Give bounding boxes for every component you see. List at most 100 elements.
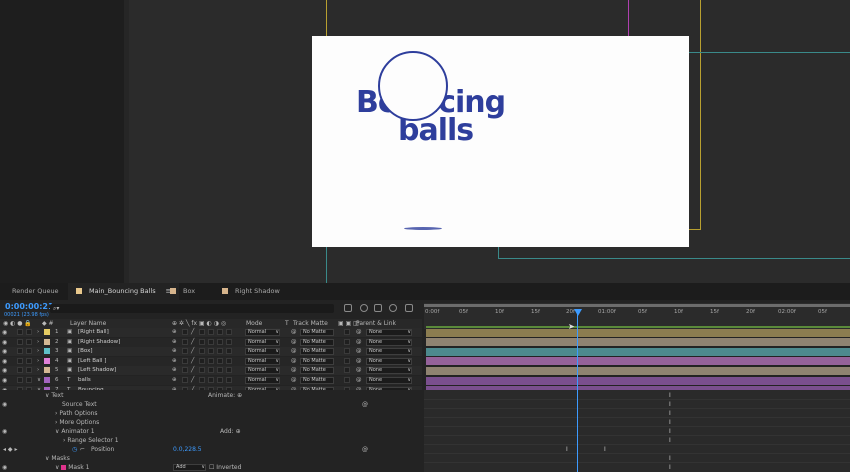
layer-name[interactable]: [Right Ball] (78, 328, 109, 337)
prop-position[interactable]: Position (91, 446, 114, 454)
quality-icon[interactable]: ╱ (191, 347, 194, 356)
solo-switch[interactable] (17, 338, 23, 345)
matte-link-icon[interactable]: @ (291, 347, 297, 356)
tab-box[interactable]: Box (170, 283, 195, 300)
mask1-toggle[interactable]: ∨ Mask 1 (55, 464, 89, 472)
tab-right-shadow[interactable]: Right Shadow (222, 283, 280, 300)
expand-chevron-icon[interactable]: ∨ (37, 376, 41, 385)
blend-mode-dropdown[interactable]: Normal ∨ (245, 367, 280, 375)
switch-box[interactable] (226, 377, 232, 383)
matte-toggle[interactable] (344, 357, 350, 364)
stopwatch-icon[interactable]: ◷ (72, 446, 77, 454)
link-icon[interactable]: @ (362, 401, 368, 409)
matte-link-icon[interactable]: @ (291, 376, 297, 385)
shy-icon[interactable]: ⊕ (172, 347, 177, 356)
lock-switch[interactable] (26, 329, 32, 335)
eye-icon[interactable]: ◉ (2, 366, 7, 375)
prop-animator1[interactable]: ∨ Animator 1 (55, 428, 95, 436)
switch-box[interactable] (217, 329, 223, 335)
keyframe-marker[interactable]: I (669, 419, 671, 426)
pickwhip-icon[interactable]: @ (356, 328, 362, 337)
pickwhip-icon[interactable]: @ (356, 347, 362, 356)
layer-row[interactable]: ◉ › 5 ▣ [Left Shadow] ⊕ ╱ Normal ∨ @ No Matte @ None… (0, 366, 422, 376)
blend-mode-dropdown[interactable]: Normal ∨ (245, 377, 280, 384)
layer-name[interactable]: [Left Ball ] (78, 357, 106, 366)
shy-icon[interactable]: ⊕ (172, 376, 177, 385)
shy-icon[interactable]: ⊕ (172, 328, 177, 337)
switch-box[interactable] (182, 357, 188, 364)
tab-main-bouncing-balls[interactable]: Main_Bouncing Balls ≡ (68, 283, 180, 300)
layer-duration-bar[interactable] (426, 366, 850, 375)
layer-row[interactable]: ◉ › 4 ▣ [Left Ball ] ⊕ ╱ Normal ∨ @ No Matte @ None ∨ (0, 356, 422, 366)
pickwhip-icon[interactable]: @ (356, 357, 362, 366)
matte-link-icon[interactable]: @ (291, 366, 297, 375)
playhead-handle[interactable] (574, 309, 582, 316)
lock-switch[interactable] (26, 367, 32, 374)
matte-link-icon[interactable]: @ (291, 328, 297, 337)
matte-toggle[interactable] (344, 377, 350, 383)
switch-box[interactable] (226, 367, 232, 374)
matte-toggle[interactable] (344, 338, 350, 345)
switch-box[interactable] (217, 348, 223, 355)
keyframe-marker[interactable]: I (669, 464, 671, 471)
current-timecode[interactable]: 0:00:00:21 (5, 302, 54, 311)
eye-icon[interactable]: ◉ (2, 328, 7, 337)
blend-mode-dropdown[interactable]: Normal ∨ (245, 357, 280, 365)
switch-box[interactable] (208, 338, 214, 345)
expand-chevron-icon[interactable]: › (37, 366, 39, 375)
keyframe-marker[interactable]: I (604, 446, 606, 453)
eye-icon[interactable]: ◉ (2, 357, 7, 366)
switch-box[interactable] (199, 329, 205, 335)
blend-mode-dropdown[interactable]: Normal ∨ (245, 329, 280, 336)
label-color-swatch[interactable] (44, 338, 50, 345)
shy-layers-icon[interactable] (374, 304, 382, 312)
quality-icon[interactable]: ╱ (191, 376, 194, 385)
solo-switch[interactable] (17, 367, 23, 374)
matte-toggle[interactable] (344, 329, 350, 335)
prop-path-options[interactable]: › Path Options (55, 410, 98, 418)
switch-box[interactable] (182, 329, 188, 335)
eye-icon[interactable]: ◉ (2, 464, 7, 472)
work-area-bar[interactable] (424, 304, 850, 307)
switch-box[interactable] (199, 338, 205, 345)
add-button[interactable]: Add: ⊕ (220, 428, 241, 436)
text-group-toggle[interactable]: ∨ Text (45, 392, 63, 400)
switch-box[interactable] (199, 377, 205, 383)
solo-switch[interactable] (17, 329, 23, 335)
tab-render-queue[interactable]: Render Queue (12, 283, 59, 300)
col-t[interactable]: T (285, 320, 289, 328)
switch-box[interactable] (217, 367, 223, 374)
quality-icon[interactable]: ╱ (191, 357, 194, 366)
expand-chevron-icon[interactable]: › (37, 338, 39, 347)
layer-name[interactable]: [Box] (78, 347, 93, 356)
layer-name[interactable]: [Left Shadow] (78, 366, 116, 375)
prop-source-text[interactable]: Source Text (62, 401, 97, 409)
keyframe-marker[interactable]: I (669, 410, 671, 417)
switch-box[interactable] (182, 377, 188, 383)
switch-box[interactable] (226, 357, 232, 364)
label-color-swatch[interactable] (44, 377, 50, 383)
lock-switch[interactable] (26, 357, 32, 364)
switch-box[interactable] (226, 329, 232, 335)
mask-mode-dropdown[interactable]: Add ∨ (173, 464, 206, 471)
eye-icon[interactable]: ◉ (2, 401, 7, 409)
keyframe-marker[interactable]: I (669, 455, 671, 462)
position-value[interactable]: 0.0,228.5 (173, 446, 202, 454)
eye-icon[interactable]: ◉ (2, 338, 7, 347)
pickwhip-icon[interactable]: @ (356, 338, 362, 347)
comp-canvas[interactable]: Bouncing balls (312, 36, 689, 247)
layer-row[interactable]: ◉ › 2 ▣ [Right Shadow] ⊕ ╱ Normal ∨ @ No Matte @ Non… (0, 337, 422, 347)
switch-box[interactable] (217, 357, 223, 364)
eye-icon[interactable]: ◉ (2, 347, 7, 356)
keyframe-marker[interactable]: I (669, 392, 671, 399)
eye-icon[interactable]: ◉ (2, 428, 7, 436)
prop-more-options[interactable]: › More Options (55, 419, 99, 427)
quality-icon[interactable]: ╱ (191, 338, 194, 347)
track-matte-dropdown[interactable]: No Matte (300, 357, 334, 365)
lock-switch[interactable] (26, 377, 32, 383)
layer-duration-bar[interactable] (426, 328, 850, 337)
draft-3d-icon[interactable] (360, 304, 368, 312)
layer-duration-bar[interactable] (426, 357, 850, 366)
expand-chevron-icon[interactable]: › (37, 328, 39, 337)
lock-switch[interactable] (26, 338, 32, 345)
